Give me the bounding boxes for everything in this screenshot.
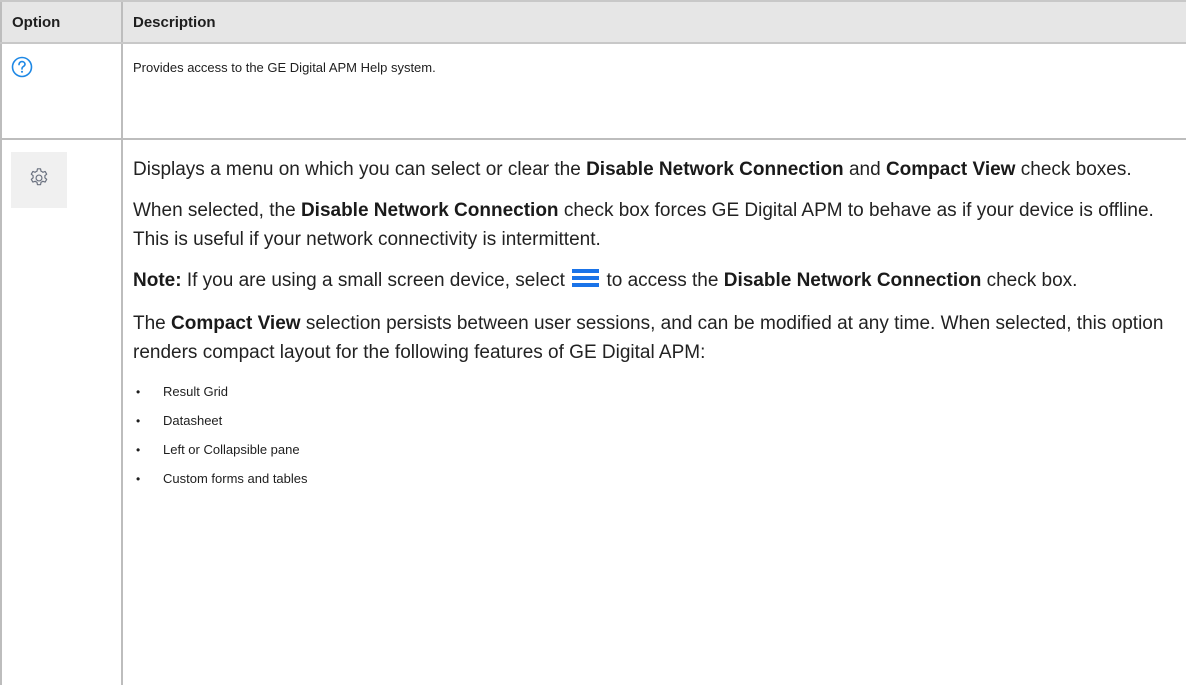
list-item: Datasheet [133,408,1175,434]
settings-button[interactable] [11,152,67,208]
settings-option-cell [0,139,122,685]
question-circle-icon[interactable] [11,56,33,82]
settings-paragraph-2: When selected, the Disable Network Conne… [133,196,1175,254]
text-span: to access the [601,270,724,291]
text-span: If you are using a small screen device, … [181,270,571,291]
hamburger-menu-icon[interactable] [572,268,600,297]
list-item: Custom forms and tables [133,466,1175,492]
note-paragraph: Note: If you are using a small screen de… [133,266,1175,297]
settings-paragraph-1: Displays a menu on which you can select … [133,155,1175,184]
options-table: Option Description Provides access to th… [0,0,1186,685]
table-header-row: Option Description [0,0,1186,44]
features-list: Result Grid Datasheet Left or Collapsibl… [133,379,1175,492]
option-column-header: Option [0,0,122,44]
disable-network-connection-term: Disable Network Connection [723,270,982,291]
disable-network-connection-term: Disable Network Connection [300,200,559,221]
list-item: Result Grid [133,379,1175,405]
disable-network-connection-term: Disable Network Connection [586,159,844,180]
compact-view-term: Compact View [885,159,1016,180]
help-description: Provides access to the GE Digital APM He… [121,43,1186,140]
text-span: The [133,313,172,334]
gear-icon [28,167,50,194]
text-span: Displays a menu on which you can select … [133,159,587,180]
help-option-cell [0,43,122,140]
table-row: Displays a menu on which you can select … [0,139,1186,685]
list-item: Left or Collapsible pane [133,437,1175,463]
text-span: When selected, the [133,200,301,221]
text-span: check boxes. [1015,159,1132,180]
text-span: and [843,159,886,180]
settings-description: Displays a menu on which you can select … [121,139,1186,685]
compact-view-paragraph: The Compact View selection persists betw… [133,309,1175,367]
text-span: check box. [981,270,1078,291]
table-row: Provides access to the GE Digital APM He… [0,43,1186,140]
note-label: Note: [133,270,182,291]
description-column-header: Description [121,0,1186,44]
compact-view-term: Compact View [171,313,301,334]
